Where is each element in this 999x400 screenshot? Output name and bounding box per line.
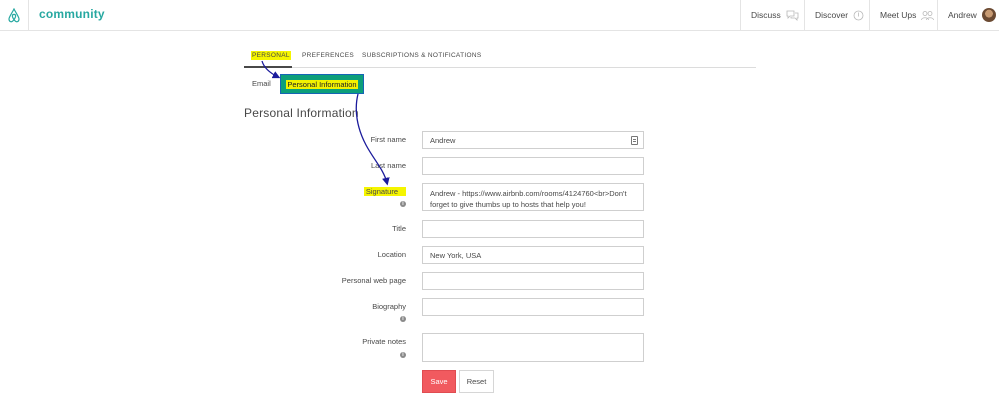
airbnb-logo[interactable]	[0, 0, 29, 30]
biography-field[interactable]	[422, 298, 644, 316]
signature-info-icon[interactable]: i	[400, 201, 406, 207]
airbnb-logo-icon	[8, 7, 20, 22]
save-button[interactable]: Save	[422, 370, 456, 393]
nav-user-menu[interactable]: Andrew	[937, 0, 999, 30]
location-value: New York, USA	[430, 250, 482, 260]
nav-discuss-label: Discuss	[751, 10, 781, 20]
private-notes-info-icon[interactable]: i	[400, 352, 406, 358]
nav-discover[interactable]: Discover	[804, 0, 869, 30]
web-page-field[interactable]	[422, 272, 644, 290]
last-name-label: Last name	[370, 161, 406, 170]
nav-user-name: Andrew	[948, 10, 977, 20]
avatar[interactable]	[981, 8, 996, 22]
tab-personal[interactable]: PERSONAL	[251, 51, 291, 60]
title-field[interactable]	[422, 220, 644, 238]
last-name-field[interactable]	[422, 157, 644, 175]
subtab-personal-information-label: Personal Information	[286, 79, 358, 89]
nav-discuss[interactable]: Discuss	[740, 0, 804, 30]
brand-title[interactable]: community	[39, 7, 105, 21]
private-notes-label: Private notes	[362, 337, 406, 346]
location-field[interactable]: New York, USA	[422, 246, 644, 264]
nav-discover-label: Discover	[815, 10, 849, 20]
tab-preferences[interactable]: PREFERENCES	[302, 52, 354, 59]
first-name-label: First name	[370, 135, 406, 144]
first-name-field[interactable]: Andrew	[422, 131, 644, 149]
subtab-personal-information[interactable]: Personal Information	[280, 74, 364, 94]
tab-subscriptions[interactable]: SUBSCRIPTIONS & NOTIFICATIONS	[362, 52, 481, 59]
web-page-label: Personal web page	[341, 276, 406, 285]
top-navigation-bar: community Discuss Discover Meet Ups Andr…	[0, 0, 999, 31]
title-label: Title	[392, 224, 406, 233]
signature-label: Signature	[363, 187, 406, 196]
location-label: Location	[377, 250, 406, 259]
private-notes-field[interactable]	[422, 333, 644, 362]
settings-tabs: PERSONAL PREFERENCES SUBSCRIPTIONS & NOT…	[244, 48, 756, 68]
people-icon	[921, 10, 935, 20]
nav-meetups-label: Meet Ups	[880, 10, 917, 20]
signature-value: Andrew - https://www.airbnb.com/rooms/41…	[430, 189, 627, 209]
signature-field[interactable]: Andrew - https://www.airbnb.com/rooms/41…	[422, 183, 644, 211]
signature-label-text: Signature	[363, 187, 406, 196]
contact-card-icon[interactable]	[631, 136, 638, 145]
biography-label: Biography	[372, 302, 406, 311]
nav-meetups[interactable]: Meet Ups	[869, 0, 937, 30]
compass-icon	[853, 10, 864, 20]
biography-info-icon[interactable]: i	[400, 316, 406, 322]
first-name-value: Andrew	[430, 135, 456, 145]
subtab-email[interactable]: Email	[252, 79, 271, 88]
active-tab-underline	[244, 66, 292, 68]
reset-button[interactable]: Reset	[459, 370, 494, 393]
chat-bubbles-icon	[786, 10, 799, 21]
page-title: Personal Information	[244, 106, 359, 120]
